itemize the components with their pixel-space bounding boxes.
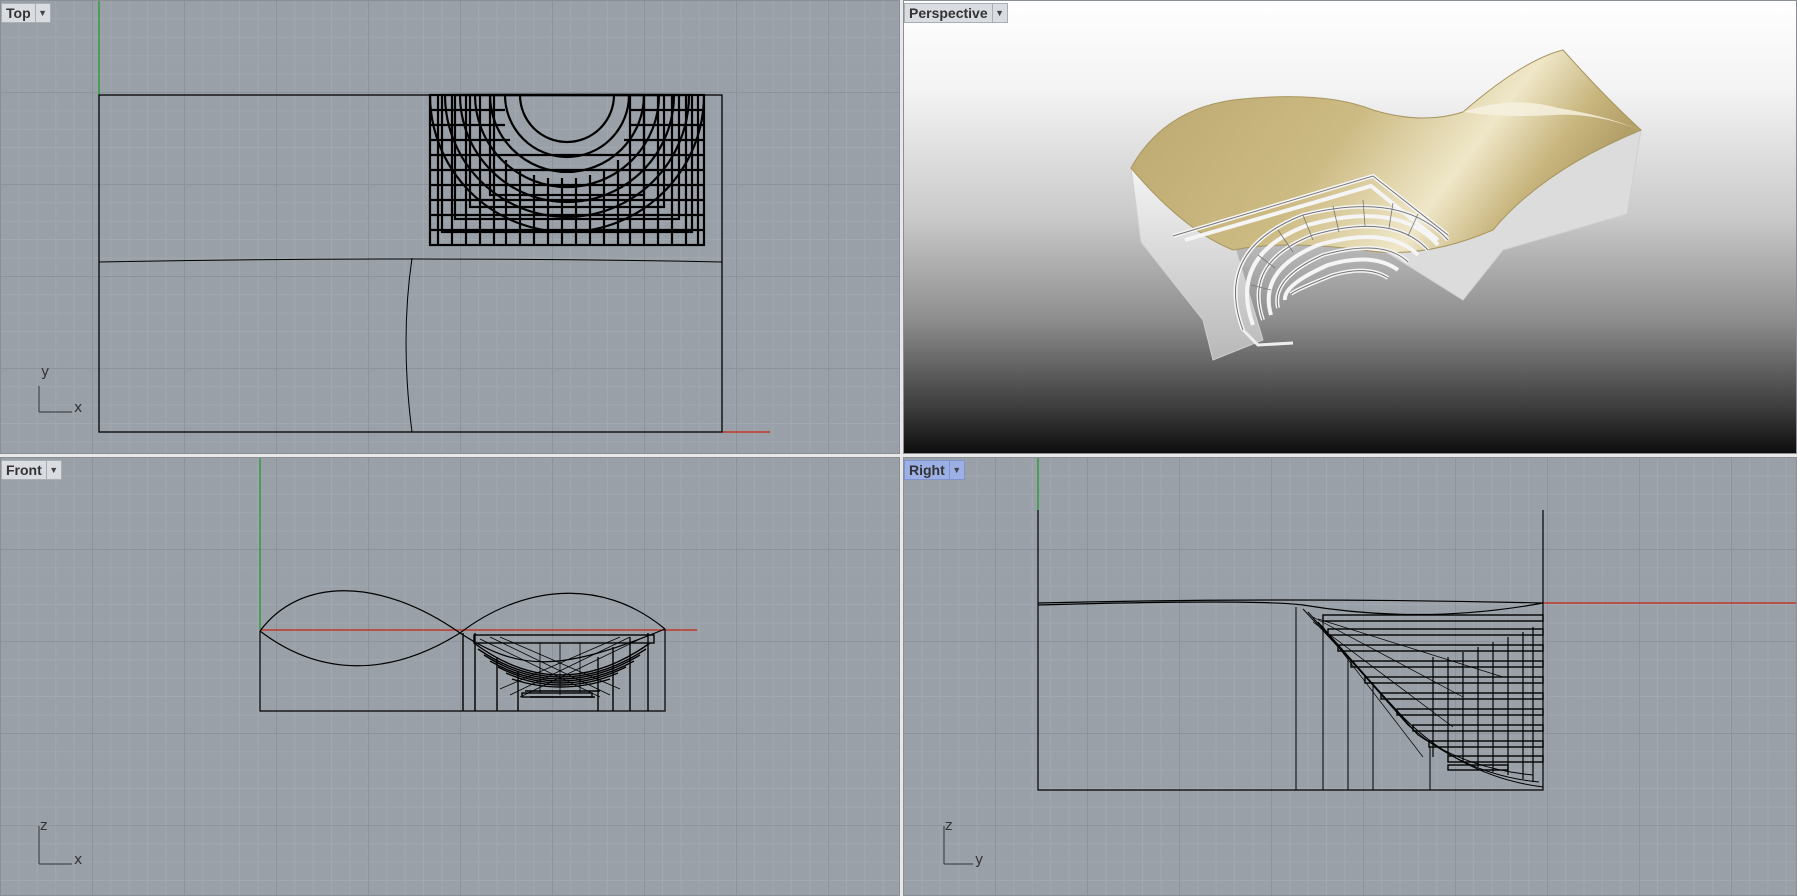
site-boundary <box>98 94 723 433</box>
viewport-title[interactable]: Perspective <box>905 4 992 22</box>
section-curve-v <box>405 257 413 433</box>
axis-label-z: z <box>945 818 953 834</box>
right-viewport[interactable]: z y Right ▼ <box>903 457 1797 896</box>
axis-label-x: x <box>74 852 83 868</box>
theatre-plan <box>428 93 706 247</box>
viewport-title[interactable]: Right <box>905 461 949 479</box>
front-view-geometry <box>38 457 697 865</box>
right-viewport-tab[interactable]: Right ▼ <box>904 460 965 480</box>
top-viewport[interactable]: y x Top ▼ <box>0 0 900 454</box>
viewport-divider-vertical[interactable] <box>900 0 903 896</box>
perspective-viewport[interactable]: Perspective ▼ <box>903 0 1797 454</box>
chevron-down-icon[interactable]: ▼ <box>45 461 61 479</box>
right-view-geometry <box>943 457 1797 865</box>
perspective-render <box>1130 49 1642 361</box>
axis-label-y: y <box>975 852 984 868</box>
chevron-down-icon[interactable]: ▼ <box>948 461 964 479</box>
perspective-viewport-tab[interactable]: Perspective ▼ <box>904 3 1008 23</box>
top-viewport-tab[interactable]: Top ▼ <box>1 3 51 23</box>
top-view-geometry <box>38 0 770 433</box>
viewport-title[interactable]: Front <box>2 461 46 479</box>
front-viewport[interactable]: z x Front ▼ <box>0 457 900 896</box>
axis-label-y: y <box>41 364 50 380</box>
chevron-down-icon[interactable]: ▼ <box>991 4 1007 22</box>
section-curve-h <box>98 258 723 263</box>
front-viewport-tab[interactable]: Front ▼ <box>1 460 62 480</box>
axis-label-x: x <box>74 400 83 416</box>
axis-label-z: z <box>40 818 48 834</box>
viewport-divider-horizontal[interactable] <box>0 454 1797 457</box>
chevron-down-icon[interactable]: ▼ <box>34 4 50 22</box>
viewport-title[interactable]: Top <box>2 4 35 22</box>
roof-section <box>1037 510 1544 791</box>
axis-widget <box>38 386 72 413</box>
